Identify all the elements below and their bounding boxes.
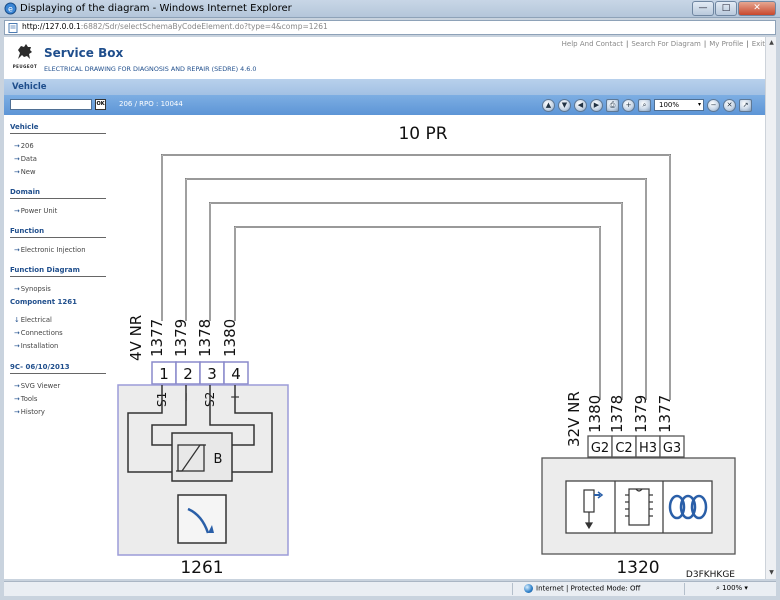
reset-icon[interactable]: ✕ [723, 98, 736, 112]
diagram-reference: D3FKHKGE [686, 570, 735, 579]
app-header: PEUGEOT Service Box ELECTRICAL DRAWING F… [4, 37, 765, 79]
wire-1378 [209, 202, 623, 400]
toolbar-icons: ▲ ▼ ◀ ▶ ⎙ + ⌕ 100% ▾ − ✕ ↗ [542, 98, 755, 112]
right-wire-3: 1379 [632, 395, 650, 433]
sidebar-item-svg-viewer[interactable]: →SVG Viewer [14, 382, 60, 390]
component-1320[interactable]: 1320 [541, 457, 736, 578]
sidebar-heading-version: 9C- 06/10/2013 [10, 363, 106, 374]
ok-button[interactable]: OK [95, 99, 106, 110]
zoom-out-icon[interactable]: − [707, 98, 720, 112]
peugeot-logo: PEUGEOT [8, 43, 42, 73]
sidebar-item-electronic-injection[interactable]: →Electronic Injection [14, 246, 86, 254]
profile-link[interactable]: My Profile [709, 40, 743, 48]
sidebar-item-tools[interactable]: →Tools [14, 395, 37, 403]
vertical-scrollbar[interactable]: ▲ ▼ [765, 37, 776, 579]
tab-vehicle[interactable]: Vehicle [12, 82, 47, 92]
left-pin-1: 1 [159, 365, 169, 383]
export-icon[interactable]: ↗ [739, 98, 752, 112]
close-button[interactable]: ✕ [738, 1, 776, 16]
sidebar-heading-vehicle: Vehicle [10, 123, 106, 134]
magnifier-icon[interactable]: ⌕ [638, 98, 651, 112]
scroll-down-icon[interactable]: ▼ [766, 568, 777, 578]
sidebar-heading-function: Function [10, 227, 106, 238]
arrow-down-icon[interactable]: ▼ [558, 98, 571, 112]
right-wire-2: 1378 [608, 395, 626, 433]
arrow-right-icon[interactable]: ▶ [590, 98, 603, 112]
sidebar-item-power-unit[interactable]: →Power Unit [14, 207, 57, 215]
zoom-select[interactable]: 100% ▾ [654, 99, 704, 111]
component-1261[interactable]: S1 − S2 + B 1261 [117, 384, 289, 578]
globe-icon [524, 584, 533, 593]
left-pin-3: 3 [207, 365, 217, 383]
sidebar-item-history[interactable]: →History [14, 408, 45, 416]
sidebar-heading-component: Component 1261 [10, 298, 78, 306]
wire-1379 [185, 178, 647, 400]
right-connector-pins: G2 C2 H3 G3 [587, 435, 685, 458]
left-pin-2: 2 [183, 365, 193, 383]
sidebar-item-electrical[interactable]: ↓Electrical [14, 316, 52, 324]
security-zone[interactable]: Internet | Protected Mode: Off [524, 584, 640, 593]
status-bar: Internet | Protected Mode: Off ⌕ 100% ▾ [4, 581, 776, 596]
sidebar-item-data[interactable]: →Data [14, 155, 37, 163]
right-wire-4: 1377 [656, 395, 674, 433]
wire-1380 [234, 226, 601, 400]
right-pin-c2: C2 [615, 441, 632, 456]
window-title: Displaying of the diagram - Windows Inte… [20, 3, 292, 14]
sidebar: Vehicle →206 →Data →New Domain →Power Un… [4, 115, 114, 579]
left-connector-label: 4V NR [127, 315, 145, 361]
left-connector-pins: 1 2 3 4 [151, 361, 249, 385]
sidebar-item-new[interactable]: →New [14, 168, 36, 176]
app-title: Service Box [44, 46, 124, 60]
harness-label: 10 PR [398, 124, 447, 144]
url-text: http://127.0.0.1:6882/Sdr/selectSchemaBy… [22, 22, 328, 31]
scroll-up-icon[interactable]: ▲ [766, 38, 777, 48]
left-wire-3: 1378 [196, 319, 214, 357]
left-wire-1: 1377 [148, 319, 166, 357]
sidebar-item-206[interactable]: →206 [14, 142, 34, 150]
search-diagram-link[interactable]: Search For Diagram [631, 40, 701, 48]
right-wire-1: 1380 [586, 395, 604, 433]
status-zoom[interactable]: ⌕ 100% ▾ [716, 584, 748, 593]
arrow-left-icon[interactable]: ◀ [574, 98, 587, 112]
exit-link[interactable]: Exit [752, 40, 765, 48]
arrow-up-icon[interactable]: ▲ [542, 98, 555, 112]
app-subtitle: ELECTRICAL DRAWING FOR DIAGNOSIS AND REP… [44, 65, 257, 73]
print-icon[interactable]: ⎙ [606, 98, 619, 112]
sidebar-item-installation[interactable]: →Installation [14, 342, 58, 350]
right-pin-g3: G3 [663, 441, 681, 456]
ie-icon: e [4, 2, 17, 15]
sidebar-item-connections[interactable]: →Connections [14, 329, 63, 337]
lion-icon [18, 44, 32, 59]
page-content: PEUGEOT Service Box ELECTRICAL DRAWING F… [4, 37, 765, 579]
breadcrumb: 206 / RPO : 10044 [119, 100, 183, 108]
maximize-button[interactable]: □ [715, 1, 737, 16]
browser-window: e Displaying of the diagram - Windows In… [0, 0, 780, 600]
component-1320-code: 1320 [616, 558, 659, 578]
wiring-diagram[interactable]: 10 PR 4V NR 1377 1379 1378 1380 1 2 3 4 … [114, 115, 765, 579]
svg-text:e: e [8, 5, 13, 14]
search-input[interactable] [10, 99, 92, 110]
component-1261-code: 1261 [180, 558, 223, 578]
left-pin-4: 4 [231, 365, 241, 383]
tab-bar: Vehicle [4, 79, 765, 95]
title-bar: e Displaying of the diagram - Windows In… [0, 0, 780, 18]
top-links: Help And Contact | Search For Diagram | My P… [561, 40, 765, 48]
sidebar-item-synopsis[interactable]: →Synopsis [14, 285, 51, 293]
sensor-box [171, 432, 233, 482]
right-pin-g2: G2 [591, 441, 609, 456]
sensor-label: B [214, 452, 223, 467]
sidebar-heading-domain: Domain [10, 188, 106, 199]
address-bar[interactable]: http://127.0.0.1:6882/Sdr/selectSchemaBy… [4, 20, 776, 35]
help-link[interactable]: Help And Contact [562, 40, 623, 48]
zoom-in-icon[interactable]: + [622, 98, 635, 112]
left-wire-2: 1379 [172, 319, 190, 357]
right-connector-label: 32V NR [565, 391, 583, 447]
right-pin-h3: H3 [639, 441, 657, 456]
left-wire-4: 1380 [221, 319, 239, 357]
sidebar-heading-function-diagram: Function Diagram [10, 266, 106, 277]
page-icon [8, 23, 18, 33]
toolbar: OK 206 / RPO : 10044 ▲ ▼ ◀ ▶ ⎙ + ⌕ 100% ▾… [4, 95, 765, 115]
minimize-button[interactable]: — [692, 1, 714, 16]
